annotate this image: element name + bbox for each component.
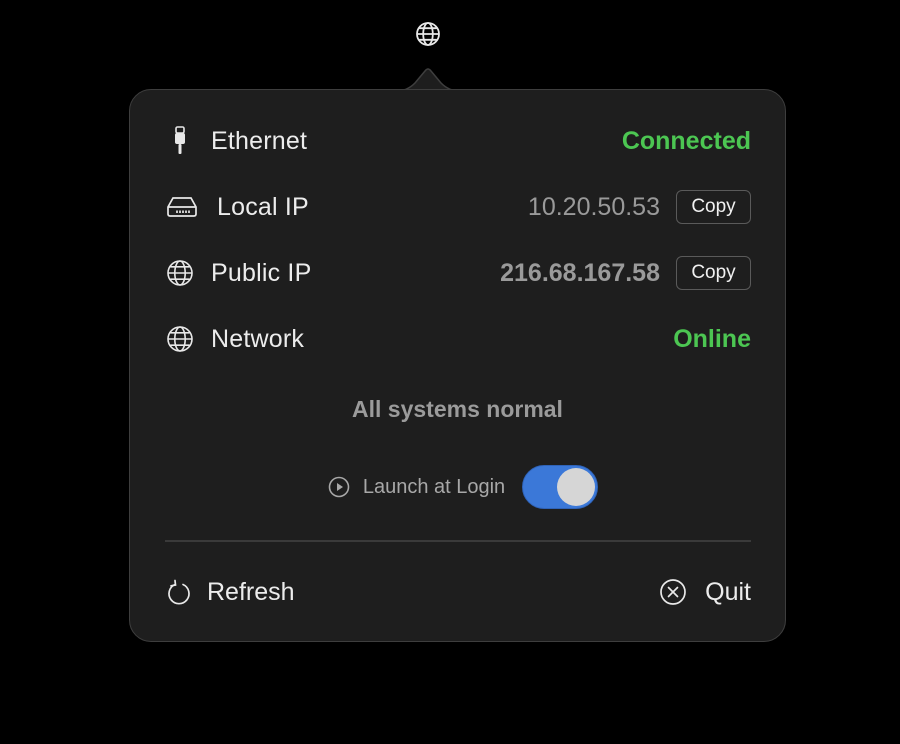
ethernet-row: Ethernet Connected <box>165 121 751 161</box>
globe-icon <box>165 324 195 354</box>
ethernet-plug-icon <box>165 126 195 156</box>
refresh-label: Refresh <box>207 577 295 606</box>
refresh-button[interactable]: Refresh <box>165 578 295 607</box>
footer: Refresh Quit <box>165 572 751 612</box>
local-ip-label: Local IP <box>217 192 309 221</box>
network-popover: Ethernet Connected Local IP 10.20.50.53 … <box>129 89 786 642</box>
network-row: Network Online <box>165 319 751 359</box>
local-ip-value: 10.20.50.53 <box>527 192 660 221</box>
local-ip-row: Local IP 10.20.50.53 Copy <box>165 187 751 227</box>
network-status: Online <box>673 324 751 353</box>
globe-icon <box>165 258 195 288</box>
network-drive-icon <box>165 192 199 222</box>
refresh-icon <box>165 578 193 606</box>
menubar-globe-icon[interactable] <box>414 20 442 48</box>
system-status-text: All systems normal <box>352 396 563 422</box>
network-label: Network <box>211 324 305 353</box>
public-ip-label: Public IP <box>211 258 312 287</box>
launch-at-login-toggle[interactable] <box>522 465 599 509</box>
divider <box>165 540 751 542</box>
copy-public-ip-button[interactable]: Copy <box>676 256 751 290</box>
quit-button[interactable]: Quit <box>659 578 751 607</box>
screen: Ethernet Connected Local IP 10.20.50.53 … <box>0 0 900 744</box>
public-ip-value: 216.68.167.58 <box>500 258 660 287</box>
public-ip-row: Public IP 216.68.167.58 Copy <box>165 253 751 293</box>
ethernet-label: Ethernet <box>211 126 308 155</box>
close-circle-icon <box>659 578 687 606</box>
copy-local-ip-button[interactable]: Copy <box>676 190 751 224</box>
launch-at-login-label: Launch at Login <box>362 475 506 498</box>
toggle-knob <box>557 468 596 506</box>
launch-at-login-row: Launch at Login <box>130 464 785 510</box>
play-circle-icon <box>327 475 351 499</box>
ethernet-status: Connected <box>621 126 751 155</box>
quit-label: Quit <box>705 577 751 606</box>
